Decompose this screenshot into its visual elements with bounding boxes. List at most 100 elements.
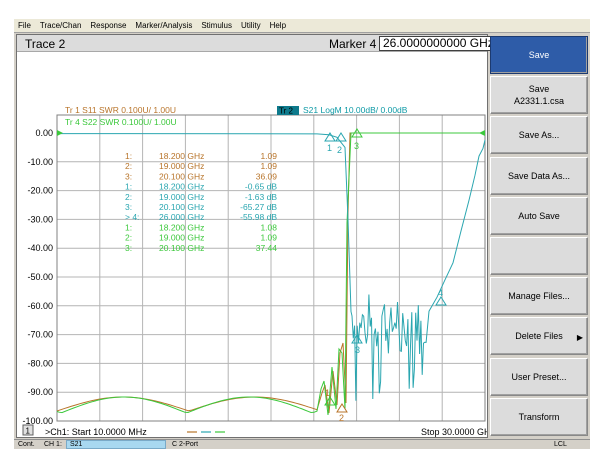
y-tick-label: -70.00 [27, 330, 53, 340]
submenu-arrow-icon: ▶ [576, 333, 583, 343]
marker-2-label: 2 [337, 145, 342, 155]
marker-table-val: 1.09 [260, 161, 277, 171]
y-tick-label: -10.00 [27, 157, 53, 167]
marker-1-bottom-label: 1 [325, 388, 330, 398]
reference-marker-right-icon [479, 130, 485, 136]
marker-table-val: 36.09 [256, 171, 278, 181]
window-header: Trace 2 Marker 4 26.0000000000 GHz ▲ ▼ [17, 35, 504, 52]
marker-table-freq: 20.100 GHz [159, 243, 204, 253]
softkey-label-group: Auto Save [518, 210, 560, 222]
softkey-label: Auto Save [518, 210, 560, 221]
marker-3-low-label: 3 [355, 345, 360, 355]
trace-2-label[interactable]: S21 LogM 10.00dB/ 0.00dB [303, 105, 408, 115]
softkey-label-group: Manage Files... [508, 290, 570, 302]
plot-window[interactable]: Trace 2 Marker 4 26.0000000000 GHz ▲ ▼ 0… [16, 34, 504, 438]
softkey-label-group: Save Data As... [508, 170, 570, 182]
marker-table-val: 1.09 [260, 151, 277, 161]
softkey-label: Save [528, 84, 550, 95]
marker-table-freq: 26.000 GHz [159, 212, 204, 222]
marker-table-freq: 18.200 GHz [159, 151, 204, 161]
trace-4-label[interactable]: Tr 4 S22 SWR 0.100U/ 1.00U [65, 117, 177, 127]
menu-stimulus[interactable]: Stimulus [201, 21, 232, 30]
marker-2-bottom-label: 2 [339, 413, 344, 423]
trace-1-label[interactable]: Tr 1 S11 SWR 0.100U/ 1.00U [65, 105, 176, 115]
y-tick-label: 0.00 [35, 128, 53, 138]
marker-table-freq: 20.100 GHz [159, 171, 204, 181]
softkey-auto-save[interactable]: Auto Save [490, 196, 588, 235]
marker-label: Marker 4 [329, 37, 377, 51]
marker-value-input[interactable]: 26.0000000000 GHz [379, 36, 491, 51]
softkey-user-preset[interactable]: User Preset... [490, 357, 588, 396]
marker-table-freq: 19.000 GHz [159, 233, 204, 243]
y-tick-label: -60.00 [27, 301, 53, 311]
marker-table-num: 1: [125, 182, 132, 192]
marker-table-freq: 18.200 GHz [159, 222, 204, 232]
menu-response[interactable]: Response [90, 21, 126, 30]
marker-table-val: -1.63 dB [245, 192, 277, 202]
plot-area[interactable]: 0.00 -10.00 -20.00 -30.00 -40.00 -50.00 -60.00… [17, 53, 487, 438]
softkey-label-group: Save [529, 49, 550, 61]
softkey-save-file[interactable]: Save A2331.1.csa [490, 76, 588, 115]
softkey-panel: Save Save A2331.1.csa Save As... Save Data A… [490, 34, 590, 438]
marker-table-freq: 19.000 GHz [159, 192, 204, 202]
menu-marker-analysis[interactable]: Marker/Analysis [135, 21, 192, 30]
status-bar: Cont. CH 1: S21 C 2-Port LCL [14, 439, 590, 449]
status-mode: Cont. [18, 441, 35, 448]
status-channel: CH 1: [44, 441, 62, 448]
softkey-label: Save Data As... [507, 170, 571, 181]
softkey-sublabel: A2331.1.csa [513, 96, 565, 107]
marker-4-icon[interactable] [435, 296, 447, 306]
softkey-save[interactable]: Save [490, 36, 588, 74]
marker-table: 1: 18.200 GHz 1.09 2: 19.000 GHz 1.09 3: 20.100… [125, 151, 277, 253]
marker-table-num: > 4: [125, 212, 139, 222]
marker-table-num: 1: [125, 151, 132, 161]
marker-table-num: 3: [125, 243, 132, 253]
softkey-manage-files[interactable]: Manage Files... [490, 277, 588, 316]
softkey-label: Transform [518, 411, 560, 422]
y-tick-label: -50.00 [27, 272, 53, 282]
softkey-label-group: Delete Files [515, 330, 563, 342]
channel-number: 1 [26, 427, 31, 436]
window-title: Trace 2 [25, 37, 66, 51]
y-tick-label: -30.00 [27, 214, 53, 224]
softkey-save-as[interactable]: Save As... [490, 116, 588, 155]
softkey-save-data-as[interactable]: Save Data As... [490, 156, 588, 195]
marker-table-freq: 19.000 GHz [159, 161, 204, 171]
menu-help[interactable]: Help [270, 21, 286, 30]
y-tick-label: -90.00 [27, 387, 53, 397]
softkey-label: Save As... [518, 130, 560, 141]
softkey-blank[interactable] [490, 237, 588, 275]
softkey-label: Manage Files... [508, 291, 570, 302]
softkey-transform[interactable]: Transform [490, 397, 588, 436]
marker-table-val: -0.65 dB [245, 182, 277, 192]
menu-utility[interactable]: Utility [241, 21, 261, 30]
status-port: C 2-Port [172, 441, 199, 448]
marker-table-val: 1.09 [260, 233, 277, 243]
status-param: S21 [70, 441, 83, 448]
analyzer-window: File Trace/Chan Response Marker/Analysis… [14, 19, 590, 449]
softkey-delete-files[interactable]: Delete Files ▶ [490, 317, 588, 356]
marker-table-val: 1.08 [260, 222, 277, 232]
channel-start[interactable]: >Ch1: Start 10.0000 MHz [45, 427, 147, 437]
menu-trace-chan[interactable]: Trace/Chan [40, 21, 82, 30]
marker-table-val: -65.27 dB [240, 202, 277, 212]
softkey-label-group: Transform [519, 411, 560, 423]
marker-table-freq: 20.100 GHz [159, 202, 204, 212]
marker-2-icon[interactable] [335, 132, 347, 142]
menu-file[interactable]: File [18, 21, 31, 30]
marker-table-num: 2: [125, 192, 132, 202]
trace-2-badge-text: Tr 2 [279, 107, 293, 116]
marker-table-val: -55.98 dB [240, 212, 277, 222]
marker-table-num: 3: [125, 171, 132, 181]
marker-table-freq: 18.200 GHz [159, 182, 204, 192]
marker-table-num: 2: [125, 161, 132, 171]
softkey-label: Save [528, 50, 550, 60]
softkey-label-group: User Preset... [511, 371, 566, 383]
y-axis-labels: 0.00 -10.00 -20.00 -30.00 -40.00 -50.00 -60.00… [22, 128, 53, 426]
marker-3-label: 3 [354, 141, 359, 151]
y-tick-label: -20.00 [27, 186, 53, 196]
marker-table-num: 1: [125, 222, 132, 232]
marker-table-num: 2: [125, 233, 132, 243]
softkey-label-group: Save A2331.1.csa [514, 83, 564, 107]
channel-stop[interactable]: Stop 30.0000 GHz [421, 427, 487, 437]
